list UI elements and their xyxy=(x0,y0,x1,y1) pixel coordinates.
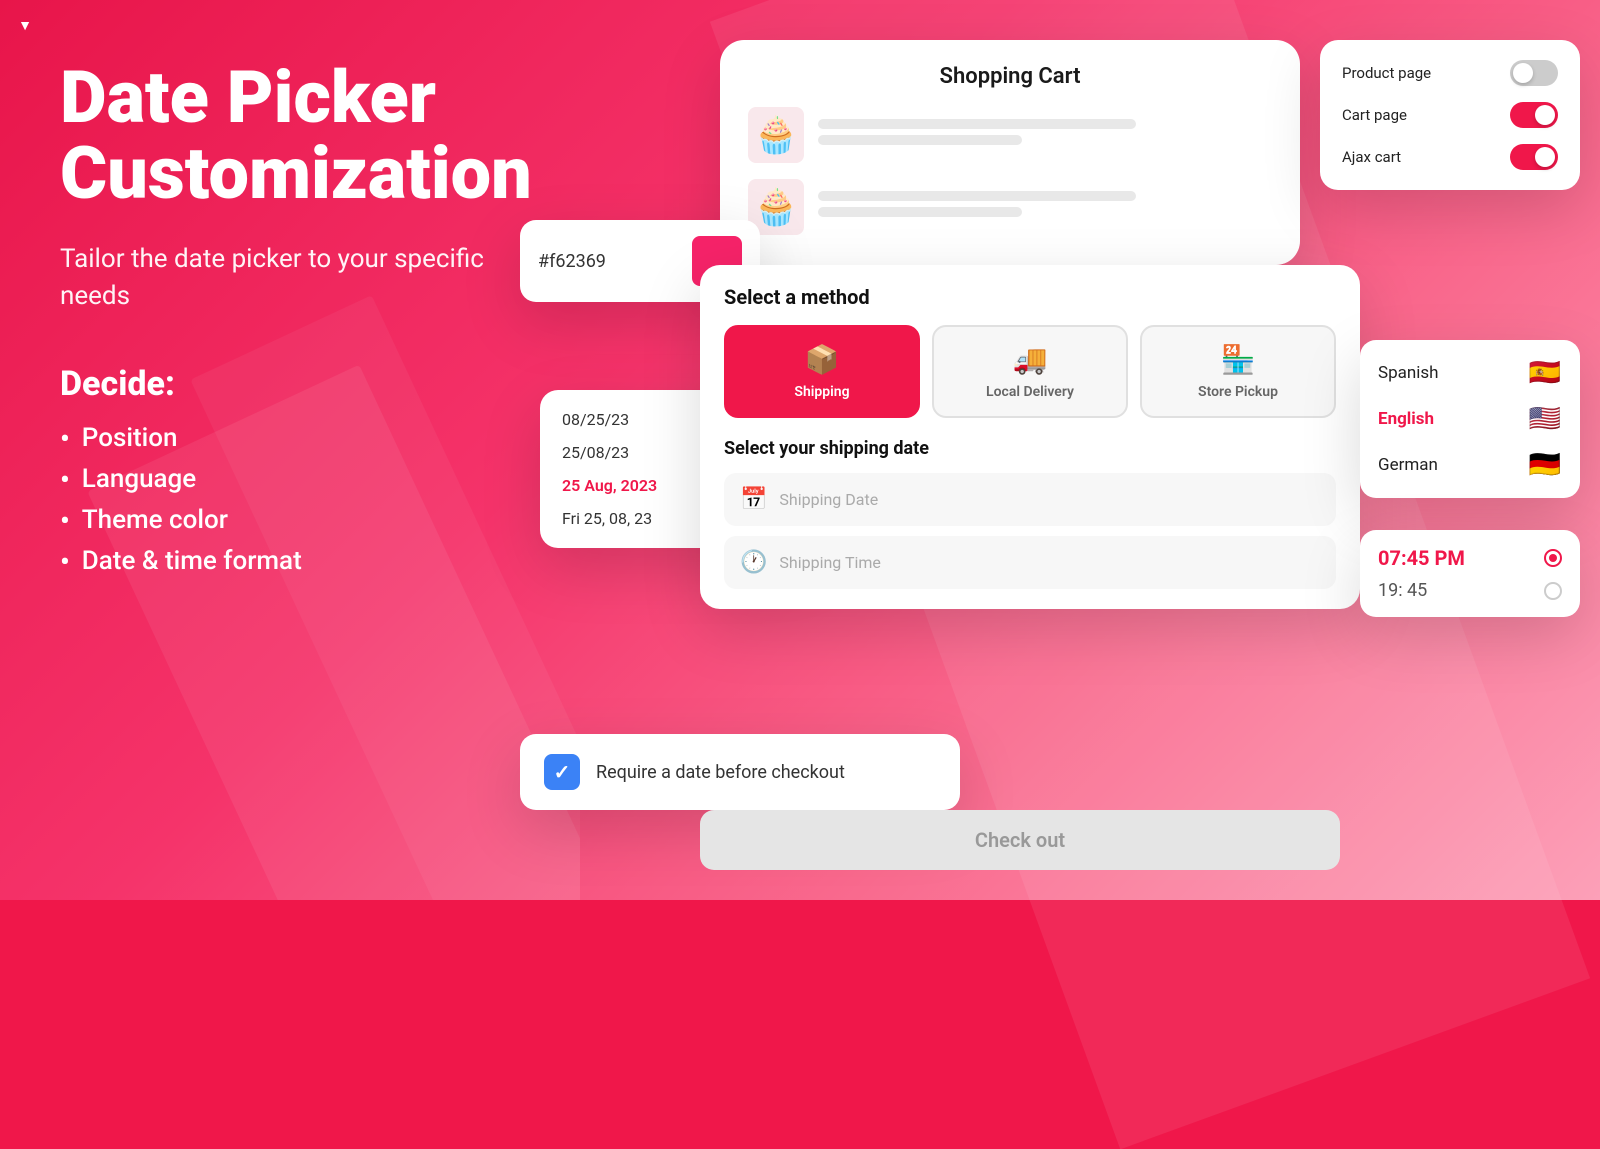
require-date-checkbox[interactable]: ✓ xyxy=(544,754,580,790)
german-row[interactable]: German 🇩🇪 xyxy=(1378,448,1562,482)
item-line xyxy=(818,119,1136,129)
time-row-1: 07:45 PM xyxy=(1378,546,1562,570)
left-panel: Date Picker Customization Tailor the dat… xyxy=(60,60,540,586)
shipping-method-card: Select a method 📦 Shipping 🚚 Local Deliv… xyxy=(700,265,1360,609)
german-label: German xyxy=(1378,455,1438,475)
ajax-cart-toggle[interactable] xyxy=(1510,144,1558,170)
pickup-icon: 🏪 xyxy=(1221,343,1256,376)
language-panel: Spanish 🇪🇸 English 🇺🇸 German 🇩🇪 xyxy=(1360,340,1580,498)
require-date-label: Require a date before checkout xyxy=(596,762,845,783)
color-hex-value: #f62369 xyxy=(538,251,680,272)
product-page-row: Product page xyxy=(1342,60,1558,86)
main-title: Date Picker Customization xyxy=(60,60,540,211)
time-input-row[interactable]: 🕐 Shipping Time xyxy=(724,536,1336,589)
delivery-icon: 🚚 xyxy=(1013,343,1048,376)
english-label: English xyxy=(1378,409,1434,429)
clock-icon: 🕐 xyxy=(740,550,767,575)
decide-title: Decide: xyxy=(60,364,540,404)
english-flag: 🇺🇸 xyxy=(1528,402,1562,436)
toggle-panel: Product page Cart page Ajax cart xyxy=(1320,40,1580,190)
time-radio-2[interactable] xyxy=(1544,582,1562,600)
item-line xyxy=(818,135,1022,145)
time-placeholder: Shipping Time xyxy=(779,553,881,572)
subtitle: Tailor the date picker to your specific … xyxy=(60,241,540,314)
cart-title: Shopping Cart xyxy=(748,64,1272,89)
product-page-label: Product page xyxy=(1342,64,1431,82)
date-placeholder: Shipping Date xyxy=(779,490,878,509)
bullet-date-format: Date & time format xyxy=(60,545,540,578)
cart-page-toggle[interactable] xyxy=(1510,102,1558,128)
spanish-flag: 🇪🇸 xyxy=(1528,356,1562,390)
time-radio-1[interactable] xyxy=(1544,549,1562,567)
cart-page-label: Cart page xyxy=(1342,106,1407,124)
shipping-date-section: Select your shipping date 📅 Shipping Dat… xyxy=(724,438,1336,526)
item-lines-1 xyxy=(818,119,1272,151)
spanish-row[interactable]: Spanish 🇪🇸 xyxy=(1378,356,1562,390)
date-input-row[interactable]: 📅 Shipping Date xyxy=(724,473,1336,526)
time-row-2: 19: 45 xyxy=(1378,580,1562,601)
delivery-label: Local Delivery xyxy=(986,384,1074,400)
spanish-label: Spanish xyxy=(1378,363,1439,383)
cart-items: 🧁 🧁 xyxy=(748,107,1272,235)
ui-area: Shopping Cart 🧁 🧁 Product page xyxy=(600,0,1600,900)
bullet-theme-color: Theme color xyxy=(60,504,540,537)
checkout-button[interactable]: Check out xyxy=(700,810,1340,870)
item-lines-2 xyxy=(818,191,1272,223)
local-delivery-btn[interactable]: 🚚 Local Delivery xyxy=(932,325,1128,418)
bullet-language: Language xyxy=(60,463,540,496)
cart-item-1: 🧁 xyxy=(748,107,1272,163)
ajax-cart-row: Ajax cart xyxy=(1342,144,1558,170)
product-page-toggle[interactable] xyxy=(1510,60,1558,86)
app-icon: ▼ xyxy=(14,14,36,36)
bullet-list: Position Language Theme color Date & tim… xyxy=(60,422,540,578)
item-line xyxy=(818,207,1022,217)
item-line xyxy=(818,191,1136,201)
shipping-btn[interactable]: 📦 Shipping xyxy=(724,325,920,418)
cupcake-icon-1: 🧁 xyxy=(748,107,804,163)
time-panel: 07:45 PM 19: 45 xyxy=(1360,530,1580,617)
method-buttons: 📦 Shipping 🚚 Local Delivery 🏪 Store Pick… xyxy=(724,325,1336,418)
time-input-section: 🕐 Shipping Time xyxy=(724,536,1336,589)
time-value-2: 19: 45 xyxy=(1378,580,1427,601)
store-pickup-btn[interactable]: 🏪 Store Pickup xyxy=(1140,325,1336,418)
shipping-label: Shipping xyxy=(794,384,849,400)
cart-page-row: Cart page xyxy=(1342,102,1558,128)
date-section-title: Select your shipping date xyxy=(724,438,1336,459)
german-flag: 🇩🇪 xyxy=(1528,448,1562,482)
checkbox-card: ✓ Require a date before checkout xyxy=(520,734,960,810)
shopping-cart-card: Shopping Cart 🧁 🧁 xyxy=(720,40,1300,265)
cart-item-2: 🧁 xyxy=(748,179,1272,235)
english-row[interactable]: English 🇺🇸 xyxy=(1378,402,1562,436)
bullet-position: Position xyxy=(60,422,540,455)
shipping-icon: 📦 xyxy=(805,343,840,376)
method-title: Select a method xyxy=(724,285,1336,309)
time-value-1: 07:45 PM xyxy=(1378,546,1465,570)
calendar-icon: 📅 xyxy=(740,487,767,512)
ajax-cart-label: Ajax cart xyxy=(1342,148,1401,166)
checkmark-icon: ✓ xyxy=(554,760,571,784)
pickup-label: Store Pickup xyxy=(1198,384,1278,400)
